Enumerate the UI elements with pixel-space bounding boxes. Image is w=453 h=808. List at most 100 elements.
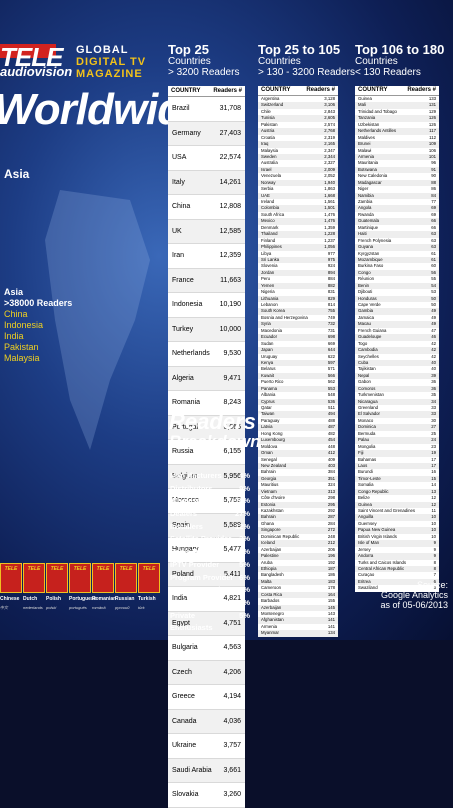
col-readers: Readers # (213, 88, 242, 94)
table-row: Canada 4,036 (168, 709, 245, 734)
asia-country: Malaysia (4, 353, 40, 363)
table-row: China 12,808 (168, 195, 245, 220)
top180-line2: Countries (355, 56, 398, 67)
table-row: Algeria 9,471 (168, 366, 245, 391)
edition-cover: TELE (0, 563, 22, 593)
edition-cover: TELE (92, 563, 114, 593)
edition-cover: TELE (115, 563, 137, 593)
table-row: Czech 4,206 (168, 660, 245, 685)
country-name: Italy (172, 178, 185, 186)
brand-tagline: GLOBAL DIGITAL TV MAGAZINE (76, 44, 166, 80)
reader-count: 4,194 (223, 693, 241, 700)
table-row: Brazil 31,708 (168, 97, 245, 122)
country-name: Ukraine (172, 742, 197, 749)
country-name: Germany (172, 129, 201, 137)
breakdown-label: Satellite Provider (170, 534, 232, 544)
readers-title: Readers' (169, 409, 262, 434)
breakdown-label: IPTV Provider (170, 559, 220, 569)
breakdown-list: Manufacturers 4% Distributors 9% Wholesaler 1… (170, 470, 250, 633)
breakdown-label: Cable Provider (170, 547, 223, 557)
asia-stats-box: Asia >38000 Readers China Indonesia India P… (4, 287, 72, 364)
edition-native-name: русский (115, 605, 130, 610)
table-row: Italy 14,261 (168, 170, 245, 195)
table-row: Germany 27,403 (168, 121, 245, 146)
reader-count: 27,403 (219, 129, 241, 137)
breakdown-row: Institutional 2% (170, 597, 250, 610)
table-row: Saudi Arabia 3,661 (168, 758, 245, 783)
country-name: France (172, 276, 194, 284)
country-name: UK (172, 227, 182, 235)
source-note: Source: Google Analytics as of 05-06/201… (362, 580, 448, 610)
country-name: China (172, 203, 191, 210)
reader-count: 12,808 (219, 203, 241, 210)
breakdown-percent: 9% (239, 483, 250, 493)
cover-brand: TELE (4, 566, 18, 572)
cover-brand: TELE (119, 566, 133, 572)
breakdown-label: Distributors (170, 483, 213, 493)
top180-table-header: COUNTRY Readers # (355, 86, 439, 96)
source-line2: as of 05-06/2013 (380, 600, 448, 610)
cover-brand: TELE (27, 566, 41, 572)
asia-country: China (4, 309, 28, 319)
edition-native-name: 中文 (0, 605, 8, 610)
breakdown-row: Distributors 9% (170, 483, 250, 496)
reader-count: 134 (327, 630, 335, 636)
brand-digital-tv: DIGITAL TV (76, 56, 147, 68)
top25-line3: > 3200 Readers (168, 67, 240, 78)
reader-count: 3,661 (223, 766, 241, 774)
top180-table: COUNTRY Readers # Guinea 133 Mali 131 Trinid… (355, 86, 439, 592)
cover-brand: TELE (96, 566, 110, 572)
top105-table: COUNTRY Readers # Argentina 3,128 Switzerl… (258, 86, 338, 637)
country-name: Turkey (172, 325, 194, 333)
breakdown-percent: 2% (239, 585, 250, 595)
breakdown-title: Breakdown (169, 432, 261, 451)
reader-count: 10,190 (219, 301, 241, 308)
breakdown-label: Institutional (170, 597, 213, 607)
cover-brand: TELE (50, 566, 64, 572)
col-readers: Readers # (407, 87, 436, 93)
reader-count: 12,359 (219, 252, 241, 259)
brand-magazine: MAGAZINE (76, 68, 143, 80)
country-name: Czech (172, 668, 192, 676)
table-row: Myanmar 134 (258, 630, 338, 637)
source-label: Source: (416, 580, 448, 590)
top25-line2: Countries (168, 56, 211, 67)
edition-native-name: türk (138, 605, 145, 610)
country-name: Brazil (172, 105, 190, 112)
breakdown-percent: 2% (239, 597, 250, 607)
breakdown-percent: 2% (239, 534, 250, 544)
edition-name: Romanian (92, 596, 117, 602)
country-name: Myanmar (261, 630, 279, 636)
edition-cover: TELE (46, 563, 68, 593)
asia-country: India (4, 331, 24, 341)
asia-country: Indonesia (4, 320, 44, 330)
cover-brand: TELE (142, 566, 156, 572)
breakdown-label: Manufacturers (170, 471, 222, 480)
country-name: Iran (172, 252, 185, 259)
edition-cover: TELE (23, 563, 45, 593)
country-name: Netherlands (172, 350, 210, 357)
country-name: Algeria (172, 374, 194, 382)
top180-title: Top 106 to 180 (355, 42, 445, 57)
reader-count: 11,663 (220, 276, 241, 284)
top105-title: Top 25 to 105 (258, 42, 341, 57)
reader-count: 10,000 (219, 325, 241, 333)
breakdown-label: Private Enthusiasts (170, 610, 213, 633)
brand-global: GLOBAL (76, 44, 129, 56)
asia-country: Pakistan (4, 342, 39, 352)
breakdown-label: Installers (170, 521, 203, 531)
table-row: UK 12,585 (168, 219, 245, 244)
country-name: Saudi Arabia (172, 766, 212, 774)
reader-count: 12,585 (219, 227, 241, 235)
breakdown-percent: 5% (239, 559, 250, 569)
reader-count: 4,206 (223, 668, 241, 676)
table-row: Ukraine 3,757 (168, 734, 245, 759)
breakdown-percent: 5% (239, 610, 250, 620)
breakdown-row: Satellite Provider 2% (170, 533, 250, 546)
table-row: Slovakia 3,260 (168, 783, 245, 808)
edition-name: Dutch (23, 596, 38, 602)
edition-name: Turkish (138, 596, 156, 602)
top105-table-header: COUNTRY Readers # (258, 86, 338, 96)
breakdown-label: Governmental (170, 585, 221, 595)
reader-count: 22,574 (219, 154, 241, 161)
